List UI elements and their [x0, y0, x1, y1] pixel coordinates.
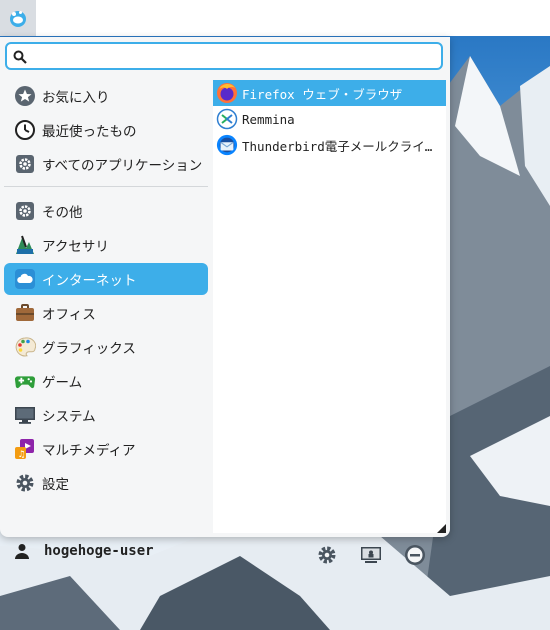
logout-button[interactable]: [403, 543, 427, 567]
app-remmina[interactable]: Remmina: [213, 106, 446, 132]
category-list: お気に入り 最近使ったもの すべてのアプリケーション その他 アクセサリ インタ…: [4, 80, 208, 501]
user-info: hogehoge-user: [14, 543, 154, 559]
category-all-apps[interactable]: すべてのアプリケーション: [4, 148, 208, 180]
logout-icon: [405, 545, 425, 565]
xfce-mouse-icon: [10, 11, 26, 27]
category-label: すべてのアプリケーション: [42, 158, 203, 174]
palette-icon: [14, 336, 36, 358]
category-recent[interactable]: 最近使ったもの: [4, 114, 208, 146]
category-graphics[interactable]: グラフィックス: [4, 331, 208, 363]
category-other[interactable]: その他: [4, 195, 208, 227]
category-settings[interactable]: 設定: [4, 467, 208, 499]
category-label: ゲーム: [42, 375, 83, 391]
category-label: アクセサリ: [42, 239, 109, 255]
search-box[interactable]: [5, 42, 443, 70]
gamepad-icon: [14, 370, 36, 392]
cloud-icon: [14, 268, 36, 290]
user-icon: [14, 543, 30, 559]
app-label: Firefox ウェブ・ブラウザ: [242, 86, 403, 102]
category-favorites[interactable]: お気に入り: [4, 80, 208, 112]
resize-handle[interactable]: [437, 524, 446, 533]
app-label: Thunderbird電子メールクライ…: [242, 138, 433, 154]
application-menu: お気に入り 最近使ったもの すべてのアプリケーション その他 アクセサリ インタ…: [0, 37, 450, 565]
clock-icon: [14, 119, 36, 141]
top-panel: [0, 0, 550, 36]
settings-manager-button[interactable]: [315, 543, 339, 567]
category-label: システム: [42, 409, 96, 425]
category-label: お気に入り: [42, 90, 110, 106]
category-internet[interactable]: インターネット: [4, 263, 208, 295]
accessories-icon: [14, 234, 36, 256]
gear-icon: [14, 153, 36, 175]
category-label: 設定: [42, 477, 69, 493]
lock-screen-button[interactable]: [359, 543, 383, 567]
user-name: hogehoge-user: [44, 543, 154, 559]
app-label: Remmina: [242, 111, 295, 127]
category-accessories[interactable]: アクセサリ: [4, 229, 208, 261]
remmina-icon: [216, 108, 238, 130]
category-multimedia[interactable]: ♫ マルチメディア: [4, 433, 208, 465]
whisker-menu-button[interactable]: [0, 0, 36, 36]
search-icon: [13, 49, 27, 68]
category-label: オフィス: [42, 307, 96, 323]
multimedia-icon: ♫: [14, 438, 36, 460]
gear-icon: [318, 546, 336, 564]
application-list: Firefox ウェブ・ブラウザ Remmina Thunderbird電子メー…: [213, 80, 446, 533]
category-games[interactable]: ゲーム: [4, 365, 208, 397]
firefox-icon: [216, 82, 238, 104]
app-thunderbird[interactable]: Thunderbird電子メールクライ…: [213, 132, 446, 158]
category-label: 最近使ったもの: [42, 124, 137, 140]
lock-screen-icon: [361, 547, 381, 563]
thunderbird-icon: [216, 134, 238, 156]
search-input[interactable]: [35, 46, 439, 68]
settings-icon: [14, 472, 36, 494]
svg-text:♫: ♫: [18, 450, 26, 460]
star-icon: [14, 85, 36, 107]
category-label: インターネット: [42, 273, 137, 289]
category-system[interactable]: システム: [4, 399, 208, 431]
category-label: グラフィックス: [42, 341, 136, 357]
app-firefox[interactable]: Firefox ウェブ・ブラウザ: [213, 80, 446, 106]
category-divider: [4, 186, 208, 187]
gear-icon: [14, 200, 36, 222]
category-label: その他: [42, 205, 83, 221]
category-label: マルチメディア: [42, 443, 136, 459]
monitor-icon: [14, 404, 36, 426]
menu-footer: hogehoge-user: [0, 535, 450, 575]
category-office[interactable]: オフィス: [4, 297, 208, 329]
briefcase-icon: [14, 302, 36, 324]
